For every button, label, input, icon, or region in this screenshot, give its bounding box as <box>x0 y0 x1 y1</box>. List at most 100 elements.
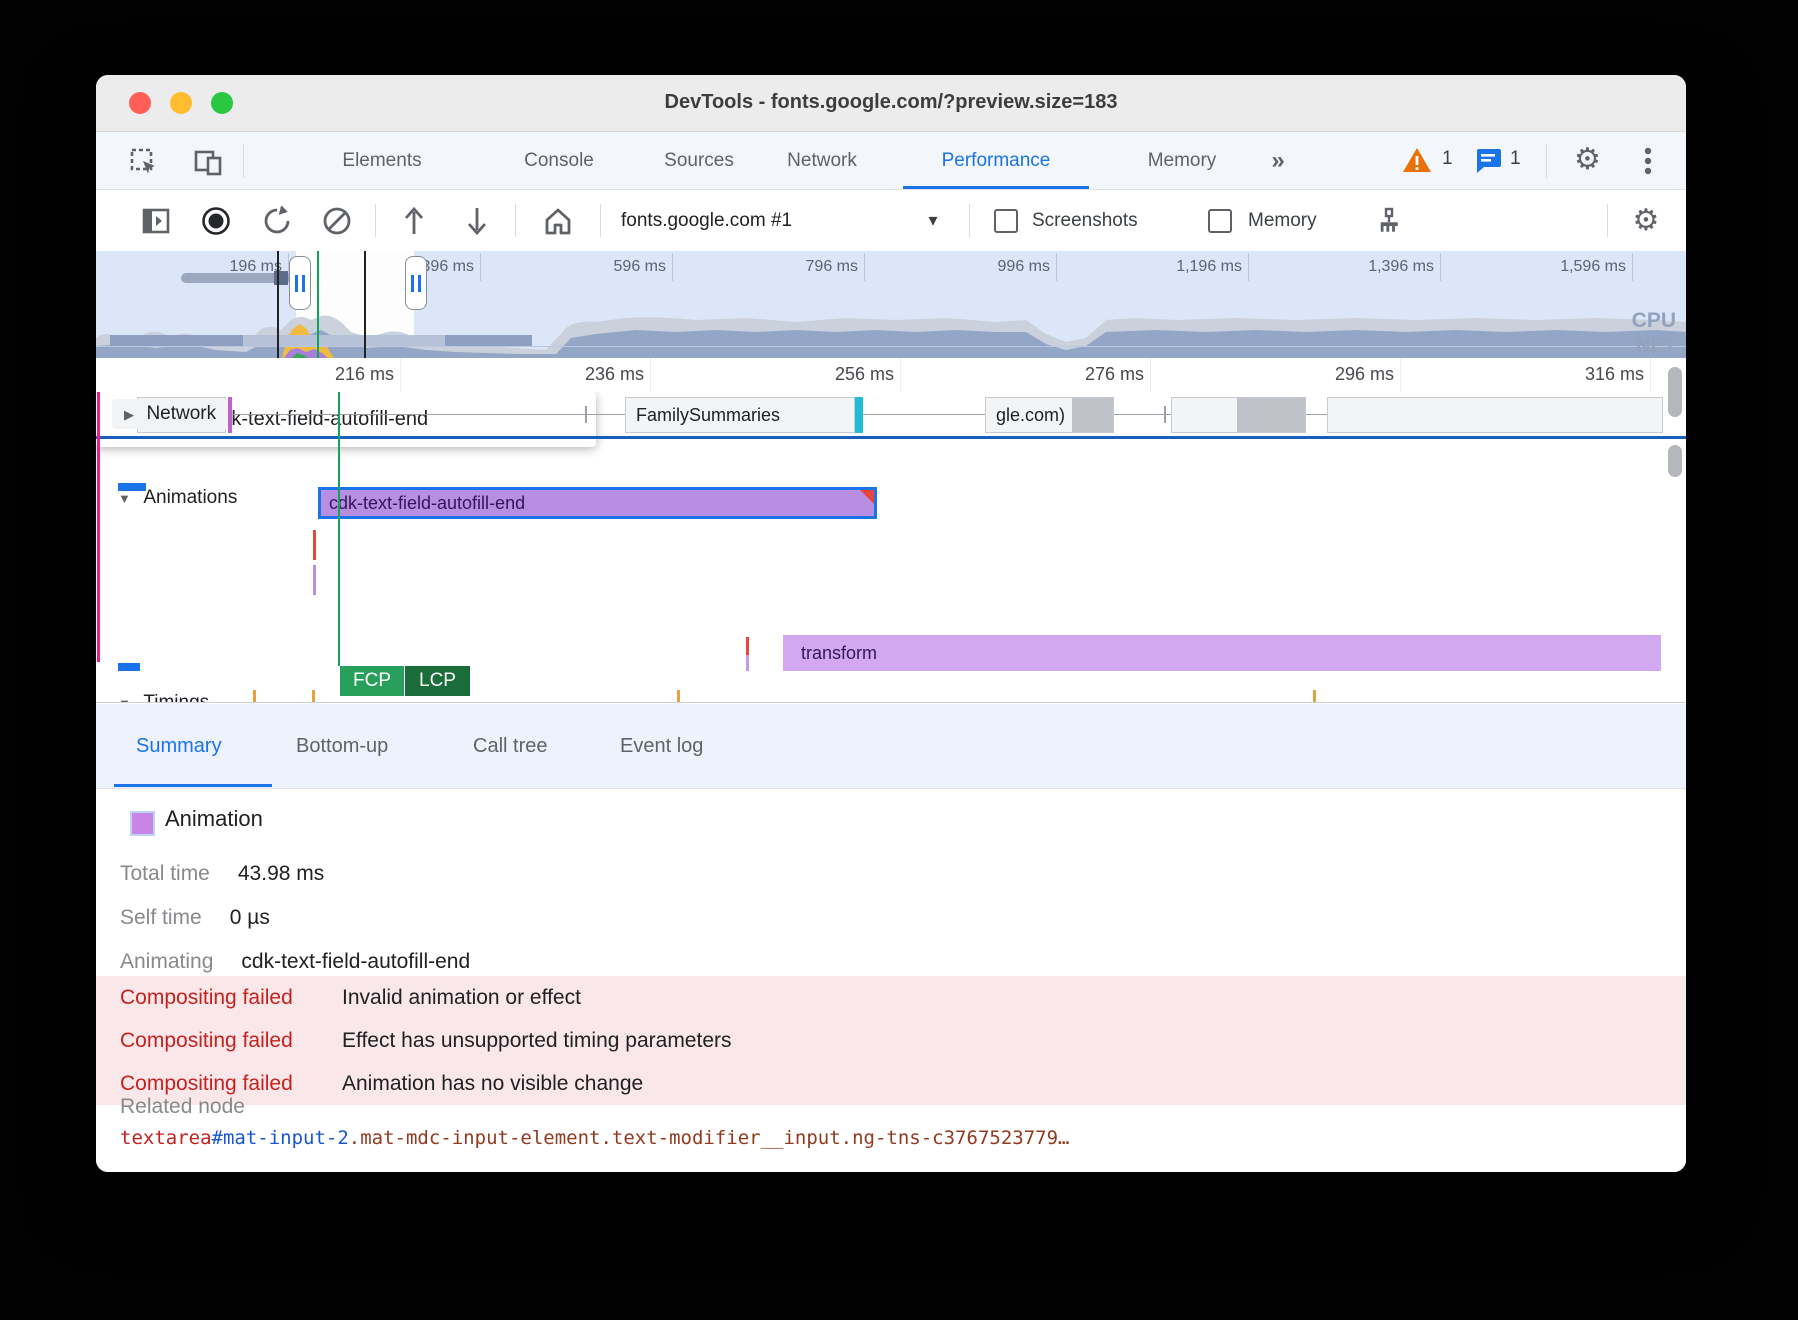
network-track-label: Network <box>146 403 216 424</box>
overview-tick <box>864 253 865 281</box>
network-request-bar[interactable] <box>1171 397 1306 433</box>
timing-tick <box>1313 690 1316 702</box>
summary-row: Total time 43.98 ms <box>120 856 324 892</box>
network-track-header[interactable]: ▶ Network <box>112 399 228 429</box>
devtools-tab-bar: Elements Console Sources Network Performance… <box>96 132 1686 190</box>
fcp-badge[interactable]: FCP <box>340 666 404 696</box>
home-icon[interactable] <box>540 190 576 251</box>
tab-sources[interactable]: Sources <box>650 132 748 189</box>
network-whisker-cap <box>585 406 587 423</box>
node-classes: .mat-mdc-input-element.text-modifier__in… <box>349 1127 1070 1149</box>
kebab-menu-icon[interactable] <box>1644 147 1652 182</box>
tab-memory[interactable]: Memory <box>1134 132 1231 189</box>
tab-performance[interactable]: Performance <box>928 132 1065 189</box>
timeline-ruler: 216 ms236 ms256 ms276 ms296 ms316 ms <box>96 358 1686 393</box>
flame-chart-tracks[interactable]: FamilySummariesgle.com) ▶ Network 66.7 m… <box>96 392 1686 702</box>
ruler-label: 276 ms <box>1024 364 1144 385</box>
timeline-overview[interactable]: 196 ms396 ms596 ms796 ms996 ms1,196 ms1,… <box>96 251 1686 358</box>
timing-tick <box>312 690 315 702</box>
load-profile-icon[interactable] <box>396 190 432 251</box>
divider <box>600 204 601 237</box>
animation-mini-tick <box>313 565 316 595</box>
selection-right-grip[interactable] <box>405 256 427 310</box>
device-toolbar-icon[interactable] <box>194 148 222 181</box>
related-node-label: Related node <box>120 1095 245 1119</box>
selection-left-grip[interactable] <box>289 256 311 310</box>
chevron-down-icon[interactable]: ▾ <box>921 190 945 251</box>
related-node-link[interactable]: textarea#mat-input-2.mat-mdc-input-eleme… <box>120 1127 1069 1149</box>
network-request-bar[interactable]: gle.com) <box>985 397 1114 433</box>
memory-checkbox[interactable] <box>1208 190 1232 251</box>
animation-event-bar-selected[interactable]: cdk-text-field-autofill-end <box>318 487 877 519</box>
ruler-label: 296 ms <box>1274 364 1394 385</box>
history-select[interactable]: fonts.google.com #1 <box>621 190 792 251</box>
tab-console[interactable]: Console <box>510 132 608 189</box>
network-request-dark-segment <box>1072 398 1114 432</box>
summary-row-label: Total time <box>120 862 210 886</box>
network-request-bar[interactable] <box>1327 397 1663 433</box>
screenshots-label: Screenshots <box>1032 190 1138 251</box>
node-id: #mat-input-2 <box>212 1127 349 1149</box>
details-panel: Summary Bottom-up Call tree Event log Anima… <box>96 702 1686 1172</box>
vertical-scrollbar-thumb[interactable] <box>1668 445 1682 477</box>
tab-summary[interactable]: Summary <box>136 704 222 788</box>
toggle-sidebar-icon[interactable] <box>138 190 174 251</box>
lcp-badge[interactable]: LCP <box>405 666 470 696</box>
issues-count: 1 <box>1510 148 1521 170</box>
overview-window-edge-line <box>277 251 279 358</box>
transform-mini-tick <box>746 637 749 655</box>
overview-time-label: 1,596 ms <box>1506 257 1626 277</box>
compositing-warning-label: Compositing failed <box>120 986 320 1010</box>
cpu-activity-chart <box>96 308 1686 358</box>
transform-animation-bar[interactable]: transform <box>783 635 1661 671</box>
animation-legend-swatch <box>130 811 155 836</box>
tab-network[interactable]: Network <box>773 132 871 189</box>
compositing-warning-row: Compositing failedEffect has unsupported… <box>96 1019 1686 1062</box>
summary-row-value: 43.98 ms <box>238 862 324 886</box>
timings-track-header[interactable]: ▼ Timings <box>118 692 209 702</box>
save-profile-icon[interactable] <box>459 190 495 251</box>
timings-track-label: Timings <box>143 692 209 702</box>
issues-message-icon[interactable] <box>1474 148 1502 179</box>
capture-settings-gear-icon[interactable]: ⚙ <box>1628 190 1664 251</box>
timing-tick <box>677 690 680 702</box>
tab-call-tree[interactable]: Call tree <box>473 704 547 788</box>
tab-elements[interactable]: Elements <box>328 132 435 189</box>
divider <box>375 204 376 237</box>
overview-tick <box>1248 253 1249 281</box>
active-tab-underline <box>903 186 1089 189</box>
more-tabs-icon[interactable]: » <box>1257 132 1298 189</box>
overview-tick <box>1440 253 1441 281</box>
garbage-collect-icon[interactable] <box>1371 190 1407 251</box>
triangle-down-icon: ▼ <box>118 491 131 506</box>
clear-recording-icon[interactable] <box>319 190 355 251</box>
settings-gear-icon[interactable]: ⚙ <box>1574 145 1601 175</box>
network-whisker <box>232 414 625 415</box>
divider <box>969 204 970 237</box>
network-marker <box>855 397 863 433</box>
screenshots-checkbox[interactable] <box>994 190 1018 251</box>
record-button[interactable] <box>198 190 234 251</box>
network-request-bar[interactable]: FamilySummaries <box>625 397 855 433</box>
vertical-scrollbar-thumb[interactable] <box>1668 367 1682 417</box>
reload-and-record-icon[interactable] <box>259 190 295 251</box>
divider <box>1546 144 1547 178</box>
overview-time-label: 1,396 ms <box>1314 257 1434 277</box>
overview-tick <box>1056 253 1057 281</box>
warning-corner-icon <box>860 490 874 504</box>
compositing-warning-value: Animation has no visible change <box>342 1072 643 1096</box>
track-divider[interactable] <box>96 436 1686 439</box>
overview-tick <box>1632 253 1633 281</box>
inspect-element-icon[interactable] <box>130 148 158 181</box>
overview-time-label: 996 ms <box>930 257 1050 277</box>
network-request-dark-segment <box>1237 398 1306 432</box>
tab-bottom-up[interactable]: Bottom-up <box>296 704 388 788</box>
network-track[interactable]: FamilySummaries gle.com) ▶ Network <box>96 392 1686 436</box>
tab-event-log[interactable]: Event log <box>620 704 703 788</box>
window-title: DevTools - fonts.google.com/?preview.siz… <box>96 91 1686 114</box>
warning-icon[interactable] <box>1402 147 1432 179</box>
details-tab-bar: Summary Bottom-up Call tree Event log <box>96 704 1686 789</box>
track-edge-highlight <box>97 392 100 662</box>
net-track-label: NET <box>1636 335 1676 358</box>
summary-row-value: cdk-text-field-autofill-end <box>241 950 470 974</box>
